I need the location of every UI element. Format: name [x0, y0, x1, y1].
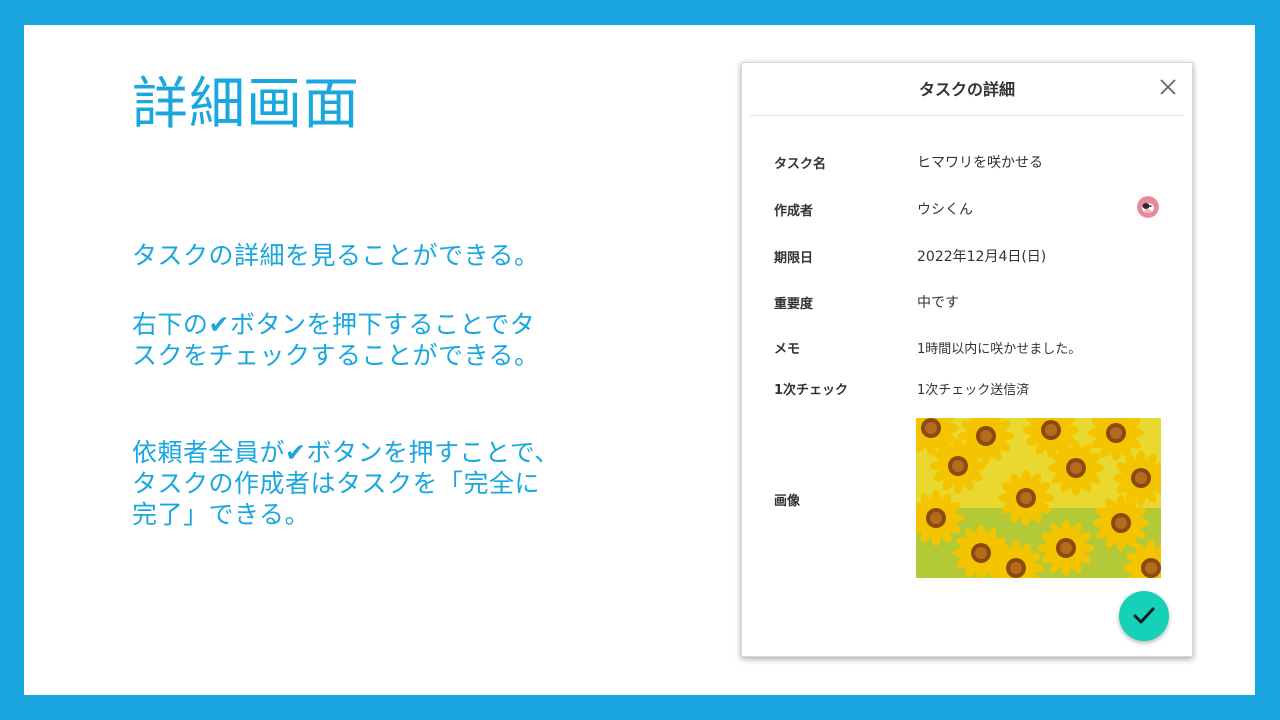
slide-title: 詳細画面: [132, 72, 360, 137]
dialog-divider: [750, 115, 1184, 116]
cow-avatar-icon: [1137, 196, 1159, 218]
image-label: 画像: [774, 494, 801, 509]
description-paragraph-1: タスクの詳細を見ることができる。: [132, 240, 540, 271]
task-name-value: ヒマワリを咲かせる: [917, 155, 1043, 171]
description-line: タスクの詳細を見ることができる。: [132, 241, 540, 270]
first-check-label: 1次チェック: [774, 383, 849, 398]
description-paragraph-3: 依頼者全員が✔ボタンを押すことで、 タスクの作成者はタスクを「完全に 完了」でき…: [132, 437, 560, 530]
description-paragraph-2: 右下の✔ボタンを押下することでタ スクをチェックすることができる。: [132, 309, 540, 371]
description-line: タスクの作成者はタスクを「完全に: [132, 469, 541, 498]
due-date-value: 2022年12月4日(日): [917, 249, 1047, 265]
memo-value: 1時間以内に咲かせました。: [917, 342, 1082, 357]
check-button[interactable]: [1119, 591, 1169, 641]
creator-label: 作成者: [774, 204, 814, 219]
task-name-label: タスク名: [774, 157, 827, 172]
importance-label: 重要度: [774, 297, 814, 312]
description-line: 完了」できる。: [132, 500, 311, 529]
sunflower-photo: [916, 418, 1161, 578]
dialog-title: タスクの詳細: [918, 80, 1015, 99]
first-check-value: 1次チェック送信済: [917, 383, 1030, 398]
close-icon[interactable]: [1156, 75, 1180, 99]
creator-value: ウシくん: [917, 202, 973, 218]
check-icon: [1133, 607, 1155, 624]
task-detail-dialog: タスクの詳細 タスク名 ヒマワリを咲かせる 作成者 ウシくん 期限日 2022年…: [741, 62, 1193, 657]
memo-label: メモ: [774, 342, 801, 357]
description-line: 右下の✔ボタンを押下することでタ: [132, 310, 536, 339]
description-line: 依頼者全員が✔ボタンを押すことで、: [132, 438, 560, 467]
importance-value: 中です: [917, 295, 959, 311]
due-date-label: 期限日: [774, 251, 814, 266]
description-line: スクをチェックすることができる。: [132, 341, 540, 370]
